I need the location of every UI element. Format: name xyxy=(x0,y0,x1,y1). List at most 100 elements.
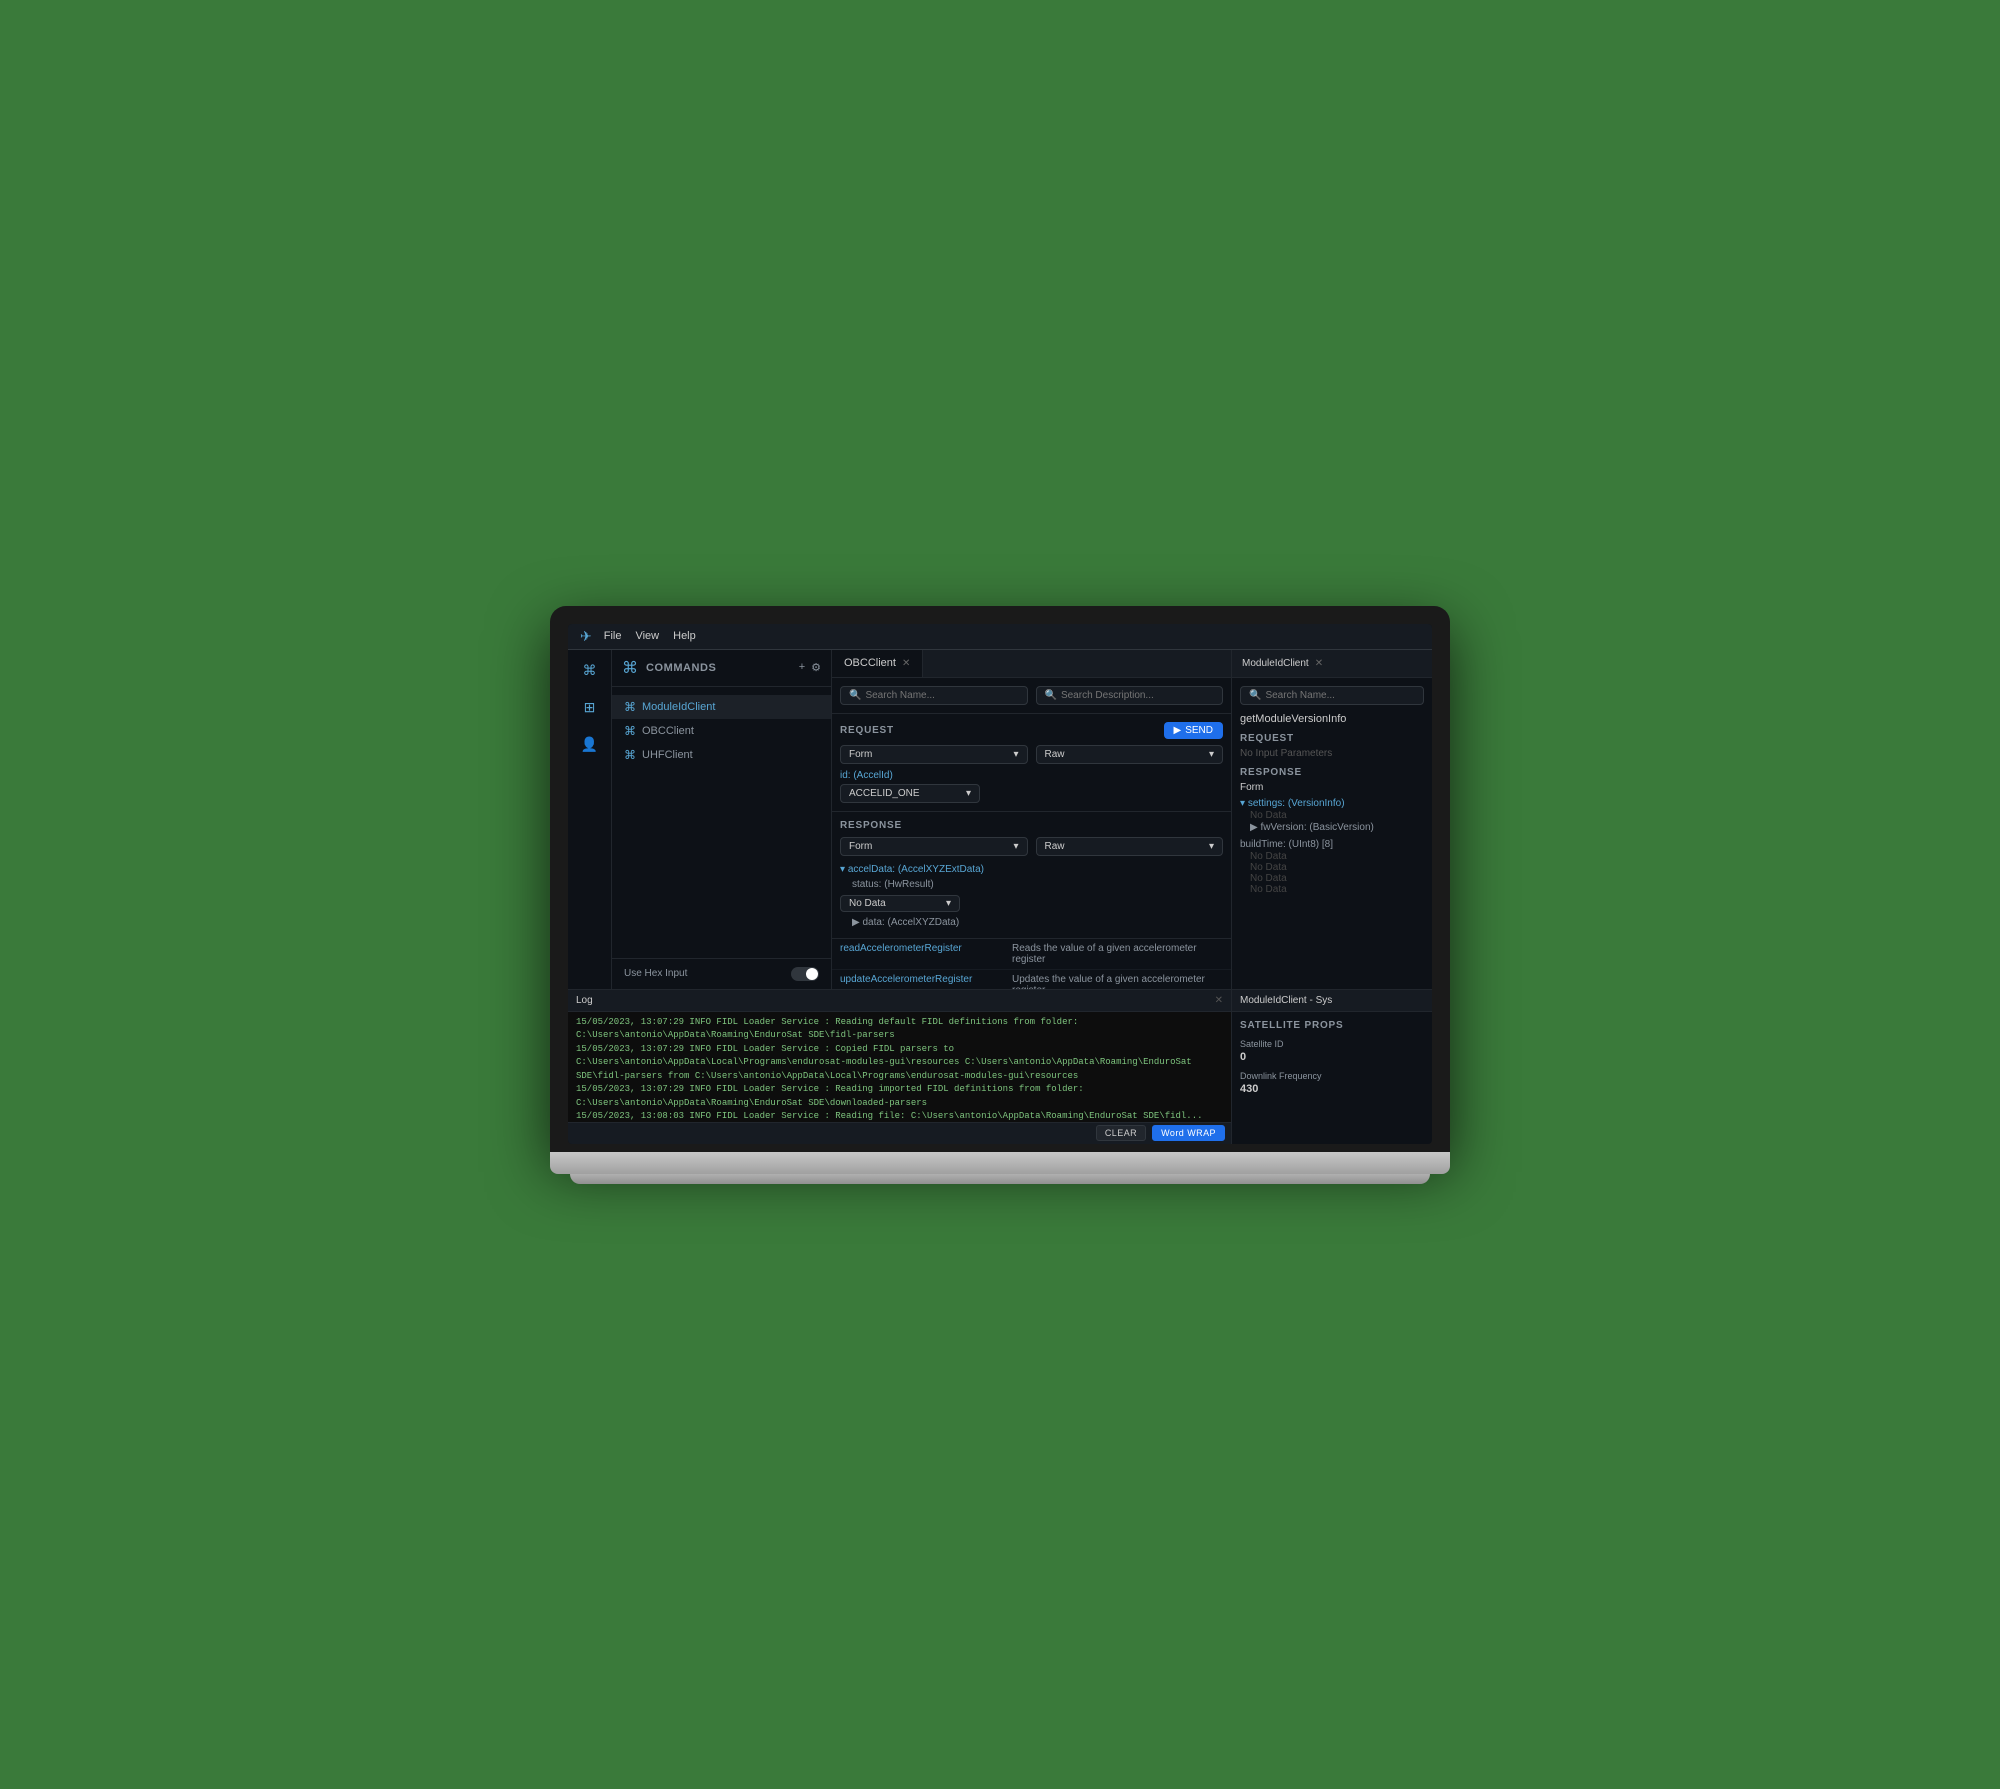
sat-header: ModuleIdClient - Sys xyxy=(1232,990,1432,1012)
rp-no-data-5: No Data xyxy=(1240,884,1424,895)
user-icon[interactable]: 👤 xyxy=(577,732,602,757)
cmd-row-0[interactable]: readAccelerometerRegister Reads the valu… xyxy=(832,939,1231,970)
menu-bar: ✈ File View Help xyxy=(568,624,1432,650)
sidebar-item-moduleidclient[interactable]: ⌘ ModuleIdClient xyxy=(612,695,831,719)
tab-moduleidclient-close[interactable]: ✕ xyxy=(1315,658,1323,669)
search-desc-icon: 🔍 xyxy=(1045,690,1057,701)
rp-search-wrap: 🔍 xyxy=(1240,686,1424,705)
search-name-icon: 🔍 xyxy=(849,690,861,701)
resp-form-select[interactable]: Form ▾ xyxy=(840,837,1028,856)
hex-toggle[interactable] xyxy=(791,967,819,981)
sidebar-settings-icon[interactable]: ⚙ xyxy=(811,661,821,674)
status-item: status: (HwResult) xyxy=(840,877,1223,892)
log-body: 15/05/2023, 13:07:29 INFO FIDL Loader Se… xyxy=(568,1012,1231,1122)
format-raw-select[interactable]: Raw ▾ xyxy=(1036,745,1224,764)
field-id-value: ACCELID_ONE xyxy=(849,788,920,799)
sidebar-item-obcclient[interactable]: ⌘ OBCClient xyxy=(612,719,831,743)
module-icon: ⌘ xyxy=(624,700,636,714)
search-name-input[interactable] xyxy=(865,690,1018,701)
command-icon[interactable]: ⌘ xyxy=(579,658,601,683)
response-format-row: Form ▾ Raw ▾ xyxy=(840,837,1223,856)
cmd-desc-1: Updates the value of a given acceleromet… xyxy=(1012,974,1223,989)
menu-file[interactable]: File xyxy=(604,630,622,642)
format-form-label: Form xyxy=(849,749,872,760)
menu-help[interactable]: Help xyxy=(673,630,696,642)
tab-obcclient-close[interactable]: ✕ xyxy=(902,658,910,669)
response-label: RESPONSE xyxy=(840,820,902,831)
rp-build-time: buildTime: (UInt8) [8] xyxy=(1240,838,1424,851)
response-header: RESPONSE xyxy=(840,820,1223,831)
panel-tabs: OBCClient ✕ xyxy=(832,650,1231,678)
right-panel-body: 🔍 getModuleVersionInfo REQUEST No Input … xyxy=(1232,678,1432,989)
satellite-id-label: Satellite ID xyxy=(1240,1039,1424,1049)
command-list: readAccelerometerRegister Reads the valu… xyxy=(832,939,1231,989)
log-header: Log ✕ xyxy=(568,990,1231,1012)
obc-icon: ⌘ xyxy=(624,724,636,738)
menu-view[interactable]: View xyxy=(635,630,659,642)
accel-data-chevron: ▾ xyxy=(840,864,848,875)
sat-body: SATELLITE PROPS Satellite ID 0 Downlink … xyxy=(1232,1012,1432,1144)
rp-no-data-2: No Data xyxy=(1240,851,1424,862)
fw-label: fwVersion: (BasicVersion) xyxy=(1260,822,1373,833)
tab-obcclient[interactable]: OBCClient ✕ xyxy=(832,650,923,677)
clear-button[interactable]: CLEAR xyxy=(1096,1125,1146,1141)
no-data-select[interactable]: No Data ▾ xyxy=(840,895,960,912)
format-form-select[interactable]: Form ▾ xyxy=(840,745,1028,764)
word-wrap-button[interactable]: Word WRAP xyxy=(1152,1125,1225,1141)
cmd-row-1[interactable]: updateAccelerometerRegister Updates the … xyxy=(832,970,1231,989)
cmd-desc-0: Reads the value of a given accelerometer… xyxy=(1012,943,1223,965)
use-hex-label: Use Hex Input xyxy=(624,968,783,979)
request-section: REQUEST ▶ SEND Form xyxy=(832,714,1231,812)
format-form-chevron: ▾ xyxy=(1013,749,1018,760)
rp-form-label: Form xyxy=(1240,782,1424,793)
panel-body: 🔍 🔍 xyxy=(832,678,1231,989)
main-content: OBCClient ✕ 🔍 xyxy=(832,650,1432,989)
bottom-area: Log ✕ 15/05/2023, 13:07:29 INFO FIDL Loa… xyxy=(568,989,1432,1144)
send-icon: ▶ xyxy=(1174,725,1182,736)
sidebar-cmd-icon: ⌘ xyxy=(622,658,638,678)
rp-fw-version: ▶ fwVersion: (BasicVersion) xyxy=(1240,821,1424,834)
no-data-chevron: ▾ xyxy=(946,898,951,909)
settings-label: settings: (VersionInfo) xyxy=(1248,798,1345,809)
tab-moduleidclient[interactable]: ModuleIdClient ✕ xyxy=(1232,650,1333,677)
resp-raw-select[interactable]: Raw ▾ xyxy=(1036,837,1224,856)
format-raw-chevron: ▾ xyxy=(1209,749,1214,760)
send-button[interactable]: ▶ SEND xyxy=(1164,722,1224,739)
search-desc-input[interactable] xyxy=(1061,690,1214,701)
field-id-select[interactable]: ACCELID_ONE ▾ xyxy=(840,784,980,803)
response-section: RESPONSE Form ▾ Raw xyxy=(832,812,1231,939)
uhf-icon: ⌘ xyxy=(624,748,636,762)
sat-props-title: SATELLITE PROPS xyxy=(1240,1020,1424,1031)
resp-form-chevron: ▾ xyxy=(1013,841,1018,852)
laptop-base xyxy=(550,1152,1450,1174)
sidebar-add-icon[interactable]: + xyxy=(799,661,805,674)
settings-chevron: ▾ xyxy=(1240,798,1248,809)
sidebar-item-uhfclient[interactable]: ⌘ UHFClient xyxy=(612,743,831,767)
request-header: REQUEST ▶ SEND xyxy=(840,722,1223,739)
rp-no-data-3: No Data xyxy=(1240,862,1424,873)
rp-request-label: REQUEST xyxy=(1240,733,1424,744)
log-close-icon[interactable]: ✕ xyxy=(1215,995,1223,1006)
tab-moduleidclient-label: ModuleIdClient xyxy=(1242,658,1309,669)
log-line-3: 15/05/2023, 13:08:03 INFO FIDL Loader Se… xyxy=(576,1110,1223,1122)
log-line-1: 15/05/2023, 13:07:29 INFO FIDL Loader Se… xyxy=(576,1043,1223,1084)
sidebar-title: COMMANDS xyxy=(646,662,799,674)
request-label: REQUEST xyxy=(840,725,894,736)
resp-raw-chevron: ▾ xyxy=(1209,841,1214,852)
rp-response-label: RESPONSE xyxy=(1240,767,1424,778)
format-row: Form ▾ Raw ▾ xyxy=(840,745,1223,764)
downlink-freq-label: Downlink Frequency xyxy=(1240,1071,1424,1081)
sat-panel: ModuleIdClient - Sys SATELLITE PROPS Sat… xyxy=(1232,990,1432,1144)
resp-raw-label: Raw xyxy=(1045,841,1065,852)
rp-no-input: No Input Parameters xyxy=(1240,748,1424,759)
rp-search-input[interactable] xyxy=(1265,690,1415,701)
grid-icon[interactable]: ⊞ xyxy=(580,695,600,720)
sidebar-item-label-3: UHFClient xyxy=(642,749,693,761)
laptop-base-bottom xyxy=(570,1174,1430,1184)
toggle-thumb xyxy=(806,968,818,980)
accel-data-label: accelData: (AccelXYZExtData) xyxy=(848,864,984,875)
rp-search-icon: 🔍 xyxy=(1249,690,1261,701)
sidebar-item-label-1: ModuleIdClient xyxy=(642,701,715,713)
sat-title: ModuleIdClient - Sys xyxy=(1240,995,1424,1006)
field-id-chevron: ▾ xyxy=(966,788,971,799)
